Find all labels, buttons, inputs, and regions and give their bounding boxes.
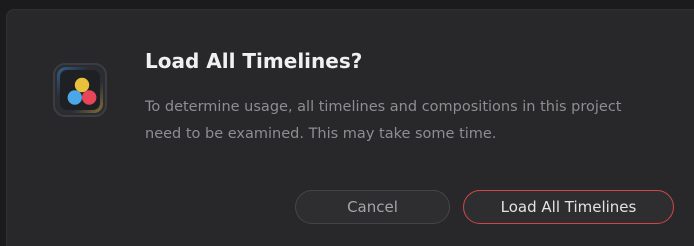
red-petal <box>82 90 97 105</box>
blue-petal <box>67 90 82 105</box>
yellow-petal <box>74 77 90 93</box>
load-all-timelines-button[interactable]: Load All Timelines <box>463 190 674 224</box>
dialog-message: To determine usage, all timelines and co… <box>145 99 622 142</box>
resolve-petals-graphic <box>67 77 97 105</box>
dialog-title: Load All Timelines? <box>145 49 363 73</box>
davinci-resolve-logo-icon <box>53 63 107 117</box>
cancel-button[interactable]: Cancel <box>295 190 450 224</box>
load-timelines-dialog: Load All Timelines? To determine usage, … <box>6 9 694 246</box>
